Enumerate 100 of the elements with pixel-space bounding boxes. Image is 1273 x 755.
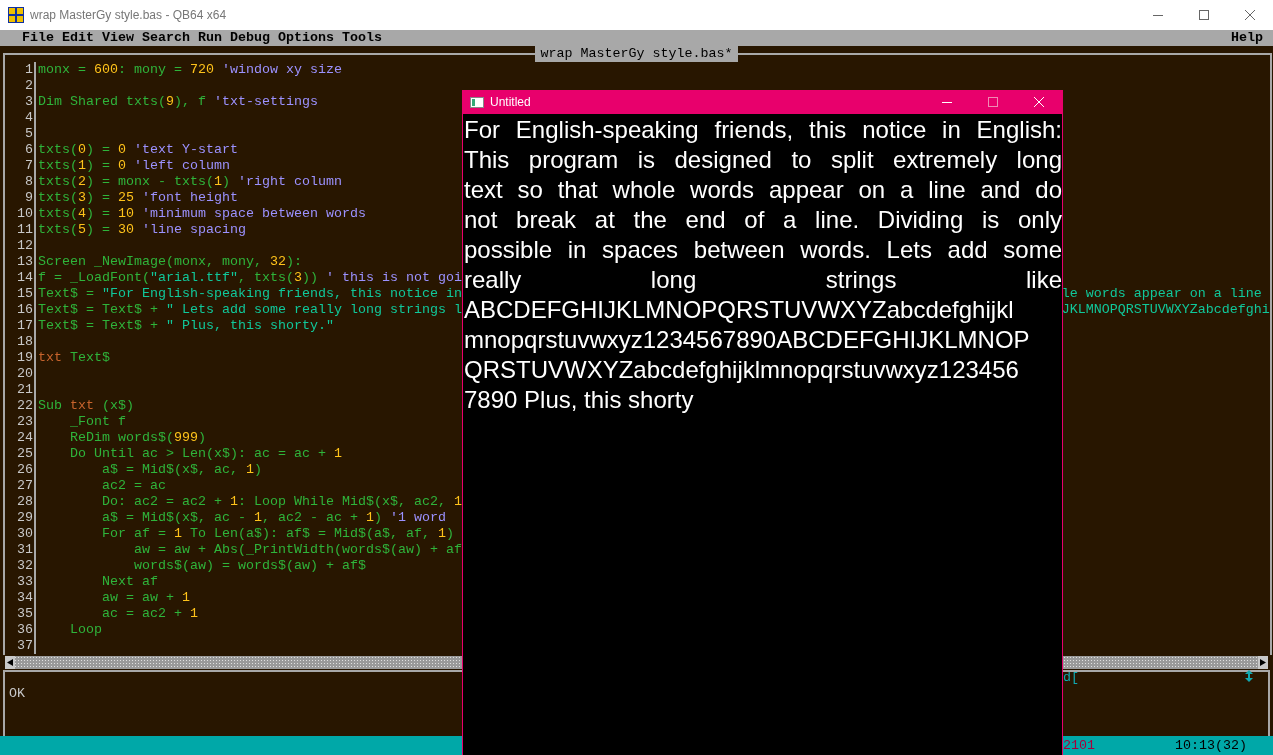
menu-item[interactable]: Help	[1231, 30, 1263, 46]
menu-item[interactable]: Options	[278, 30, 342, 46]
code-line: a$ = Mid$(x$, ac - 1, ac2 - ac + 1) '1 word	[101, 510, 446, 525]
output-text-line: really long strings like	[464, 265, 1062, 295]
window-icon	[470, 96, 484, 108]
line-number: 33	[5, 574, 36, 590]
line-number: 25	[5, 446, 36, 462]
close-icon	[1034, 97, 1044, 107]
menu-item[interactable]: Search	[142, 30, 198, 46]
close-icon	[1245, 10, 1255, 20]
menu-item[interactable]: View	[102, 30, 142, 46]
code-line: words$(aw) = words$(aw) + af$	[132, 558, 366, 573]
code-line: _Font f	[69, 414, 126, 429]
code-line: Do: ac2 = ac2 + 1: Loop While Mid$(x$, ac2, 1	[101, 494, 462, 509]
line-number: 5	[5, 126, 36, 142]
code-line: monx = 600: mony = 720 'window xy size	[38, 62, 342, 77]
output-text-line: text so that whole words appear on a line and do	[464, 175, 1062, 205]
code-line: ac2 = ac	[101, 478, 166, 493]
app-icon	[8, 7, 24, 23]
scroll-right-arrow-icon[interactable]	[1258, 656, 1268, 669]
line-number: 12	[5, 238, 36, 254]
line-number: 2	[5, 78, 36, 94]
line-number: 36	[5, 622, 36, 638]
horizontal-scrollbar[interactable]	[5, 656, 462, 669]
maximize-icon	[988, 97, 998, 107]
line-number: 30	[5, 526, 36, 542]
scroll-left-arrow-icon[interactable]	[5, 656, 15, 669]
line-number: 17	[5, 318, 36, 334]
line-number: 31	[5, 542, 36, 558]
output-text-line: not break at the end of a line. Dividing is only	[464, 205, 1062, 235]
line-number: 27	[5, 478, 36, 494]
output-text-line: possible in spaces between words. Lets add some	[464, 235, 1062, 265]
code-line: Text$ = Text$ + " Plus, this shorty."	[38, 318, 334, 333]
line-number: 22	[5, 398, 36, 414]
output-text-line: QRSTUVWXYZabcdefghijklmnopqrstuvwxyz123456	[464, 355, 1020, 385]
code-line: txt Text$	[38, 350, 110, 365]
code-line: Text$ = "For English-speaking friends, this notice in	[38, 286, 462, 301]
horizontal-scrollbar[interactable]	[1063, 656, 1268, 669]
code-line: ReDim words$(999)	[69, 430, 206, 445]
line-number: 20	[5, 366, 36, 382]
code-line: For af = 1 To Len(a$): af$ = Mid$(a$, af, 1)	[101, 526, 454, 541]
cursor-position: 10:13(32)	[1175, 737, 1247, 755]
code-line: f = _LoadFont("arial.ttf", txts(3)) ' this is not goi	[38, 270, 462, 285]
status-message: OK	[9, 686, 25, 701]
line-number: 34	[5, 590, 36, 606]
line-number: 6	[5, 142, 36, 158]
code-line: txts(1) = 0 'left column	[38, 158, 230, 173]
code-line: txts(5) = 30 'line spacing	[38, 222, 246, 237]
menu-item[interactable]: Edit	[62, 30, 102, 46]
line-number: 21	[5, 382, 36, 398]
output-text-line: mnopqrstuvwxyz1234567890ABCDEFGHIJKLMNOP	[464, 325, 1031, 355]
line-number: 23	[5, 414, 36, 430]
menu-item[interactable]: Run	[198, 30, 230, 46]
line-number: 15	[5, 286, 36, 302]
code-line: txts(4) = 10 'minimum space between words	[38, 206, 366, 221]
line-number: 4	[5, 110, 36, 126]
code-line: Loop	[69, 622, 102, 637]
code-line: le words appear on a line	[1061, 286, 1262, 302]
line-number: 29	[5, 510, 36, 526]
search-text: d[	[1063, 670, 1079, 685]
code-line: JKLMNOPQRSTUVWXYZabcdefghi	[1061, 302, 1270, 318]
line-info: 2101	[1063, 737, 1095, 755]
maximize-icon	[1199, 10, 1209, 20]
line-number: 32	[5, 558, 36, 574]
line-number: 8	[5, 174, 36, 190]
code-line: Screen _NewImage(monx, mony, 32):	[38, 254, 302, 269]
code-line: Dim Shared txts(9), f 'txt-settings	[38, 94, 318, 109]
code-line: txts(3) = 25 'font height	[38, 190, 238, 205]
code-line: Next af	[101, 574, 158, 589]
output-text-line: For English-speaking friends, this notice in English:	[464, 115, 1062, 145]
output-text-line: ABCDEFGHIJKLMNOPQRSTUVWXYZabcdefghijkl	[464, 295, 1015, 325]
line-number: 10	[5, 206, 36, 222]
menu-item[interactable]: Debug	[230, 30, 278, 46]
menu-item[interactable]: File	[22, 30, 62, 46]
line-number: 28	[5, 494, 36, 510]
line-number: 3	[5, 94, 36, 110]
line-number: 19	[5, 350, 36, 366]
line-number: 7	[5, 158, 36, 174]
code-line: Text$ = Text$ + " Lets add some really long strings l	[38, 302, 462, 317]
code-line: Sub txt (x$)	[38, 398, 134, 413]
window-title: Untitled	[490, 95, 532, 109]
menu-item[interactable]: Tools	[342, 30, 390, 46]
output-text-line: This program is designed to split extremely long	[464, 145, 1062, 175]
file-tab[interactable]: wrap MasterGy style.bas*	[534, 46, 739, 62]
line-number: 37	[5, 638, 36, 654]
code-line: aw = aw + Abs(_PrintWidth(words$(aw) + af	[132, 542, 462, 557]
window-title: wrap MasterGy style.bas - QB64 x64	[30, 8, 228, 22]
code-line: Do Until ac > Len(x$): ac = ac + 1	[69, 446, 342, 461]
output-text-line: 7890 Plus, this shorty	[464, 385, 695, 415]
line-number: 18	[5, 334, 36, 350]
code-line: txts(2) = monx - txts(1) 'right column	[38, 174, 342, 189]
code-line: aw = aw + 1	[101, 590, 190, 605]
up-down-arrow-icon[interactable]	[1245, 670, 1253, 682]
line-number: 13	[5, 254, 36, 270]
line-number: 16	[5, 302, 36, 318]
line-number: 11	[5, 222, 36, 238]
code-line: ac = ac2 + 1	[101, 606, 198, 621]
line-number: 35	[5, 606, 36, 622]
line-number: 26	[5, 462, 36, 478]
line-number: 14	[5, 270, 36, 286]
